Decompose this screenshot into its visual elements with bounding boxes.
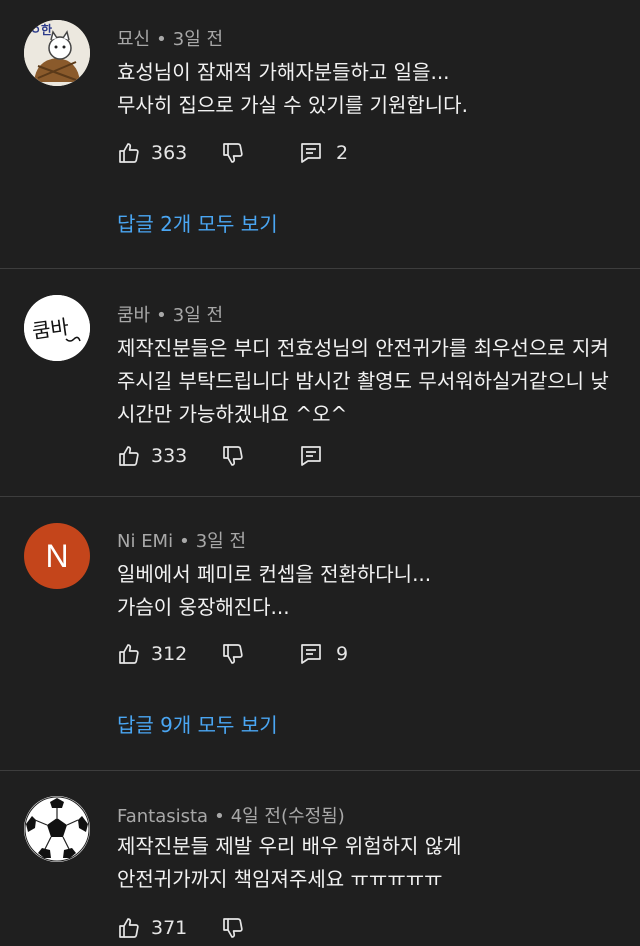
comment-meta: 쿰바 • 3일 전 <box>117 301 223 327</box>
comment-line: 제작진분들은 부디 전효성님의 안전귀가를 최우선으로 지켜 <box>117 336 609 360</box>
comment-line: 제작진분들 제발 우리 배우 위험하지 않게 <box>117 834 462 858</box>
comment-line: 안전귀가까지 책임져주세요 ㅠㅠㅠㅠㅠ <box>117 867 443 891</box>
comment-item: Fantasista • 4일 전(수정됨) 제작진분들 제발 우리 배우 위험하지… <box>0 771 640 946</box>
comment-time: 3일 전 <box>195 531 247 552</box>
comment-meta: Ni EMi • 3일 전 <box>117 527 246 553</box>
meta-separator: • <box>156 29 167 50</box>
avatar[interactable]: 쿰바 <box>24 295 90 361</box>
handwriting-icon: 쿰바 <box>24 295 90 361</box>
comment-actions: 312 9 <box>117 639 640 669</box>
comment-text: 효성님이 잠재적 가해자분들하고 일을... 무사히 집으로 가실 수 있기를 … <box>117 56 468 122</box>
thumbs-up-icon <box>119 446 139 466</box>
avatar-letter: N <box>45 537 69 574</box>
view-replies-link[interactable]: 답글 9개 모두 보기 <box>117 709 278 738</box>
comment-line: 효성님이 잠재적 가해자분들하고 일을... <box>117 60 450 84</box>
like-count: 363 <box>151 142 188 164</box>
cat-drawing-icon: ㅇ한 <box>24 20 90 86</box>
comment-line: 가슴이 웅장해진다... <box>117 595 290 619</box>
comment-line: 무사히 집으로 가실 수 있기를 기원합니다. <box>117 93 468 117</box>
comment-actions: 371 <box>117 913 640 943</box>
avatar[interactable] <box>24 796 90 862</box>
meta-separator: • <box>179 531 190 552</box>
meta-separator: • <box>214 806 225 827</box>
comment-item: ㅇ한 묘신 • 3일 전 효성님이 잠재적 가해자분들하고 일을... 무사히 집으… <box>0 0 640 268</box>
like-button[interactable]: 333 <box>117 441 187 471</box>
dislike-button[interactable] <box>221 639 245 669</box>
comment-text: 일베에서 페미로 컨셉을 전환하다니... 가슴이 웅장해진다... <box>117 558 431 624</box>
thumbs-down-icon <box>223 644 243 664</box>
thumbs-down-icon <box>223 446 243 466</box>
svg-text:쿰바: 쿰바 <box>31 314 71 343</box>
comment-line: 일베에서 페미로 컨셉을 전환하다니... <box>117 562 432 586</box>
comment-time: 3일 전 <box>172 29 224 50</box>
view-replies-link[interactable]: 답글 2개 모두 보기 <box>117 208 278 237</box>
thumbs-down-icon <box>223 143 243 163</box>
comment-text: 제작진분들 제발 우리 배우 위험하지 않게 안전귀가까지 책임져주세요 ㅠㅠㅠ… <box>117 830 462 896</box>
avatar[interactable]: N <box>24 523 90 589</box>
comment-actions: 363 2 <box>117 138 640 168</box>
reply-count: 9 <box>336 643 349 665</box>
like-button[interactable]: 363 <box>117 138 187 168</box>
comment-item: N Ni EMi • 3일 전 일베에서 페미로 컨셉을 전환하다니... 가슴이 … <box>0 497 640 770</box>
comment-line: 주시길 부탁드립니다 밤시간 촬영도 무서워하실거같으니 낮 <box>117 369 609 393</box>
thumbs-up-icon <box>119 143 139 163</box>
author-name[interactable]: Fantasista <box>117 806 208 827</box>
dislike-button[interactable] <box>221 138 245 168</box>
comment-icon <box>301 644 321 664</box>
avatar[interactable]: ㅇ한 <box>24 20 90 86</box>
comment-icon <box>301 446 321 466</box>
comment-line: 시간만 가능하겠내요 ^오^ <box>117 402 348 426</box>
comment-meta: 묘신 • 3일 전 <box>117 25 223 51</box>
author-name[interactable]: 묘신 <box>117 29 150 50</box>
svg-text:ㅇ한: ㅇ한 <box>30 22 52 37</box>
comment-actions: 333 <box>117 441 640 471</box>
comment-meta: Fantasista • 4일 전(수정됨) <box>117 802 345 828</box>
comment-icon <box>301 143 321 163</box>
reply-count: 2 <box>336 142 349 164</box>
like-button[interactable]: 371 <box>117 913 187 943</box>
thumbs-up-icon <box>119 644 139 664</box>
soccer-ball-icon <box>24 796 90 862</box>
author-name[interactable]: Ni EMi <box>117 531 173 552</box>
reply-button[interactable]: 9 <box>300 639 348 669</box>
like-count: 333 <box>151 445 188 467</box>
comment-time: 3일 전 <box>172 305 224 326</box>
like-count: 312 <box>151 643 188 665</box>
dislike-button[interactable] <box>221 913 245 943</box>
comment-time: 4일 전(수정됨) <box>230 806 345 827</box>
dislike-button[interactable] <box>221 441 245 471</box>
like-button[interactable]: 312 <box>117 639 187 669</box>
thumbs-down-icon <box>223 918 243 938</box>
reply-button[interactable]: 2 <box>300 138 348 168</box>
author-name[interactable]: 쿰바 <box>117 305 150 326</box>
meta-separator: • <box>156 305 167 326</box>
reply-button[interactable] <box>300 441 322 471</box>
like-count: 371 <box>151 917 188 939</box>
comment-text: 제작진분들은 부디 전효성님의 안전귀가를 최우선으로 지켜 주시길 부탁드립니… <box>117 332 609 431</box>
thumbs-up-icon <box>119 918 139 938</box>
comment-item: 쿰바 쿰바 • 3일 전 제작진분들은 부디 전효성님의 안전귀가를 최우선으로 지… <box>0 269 640 496</box>
